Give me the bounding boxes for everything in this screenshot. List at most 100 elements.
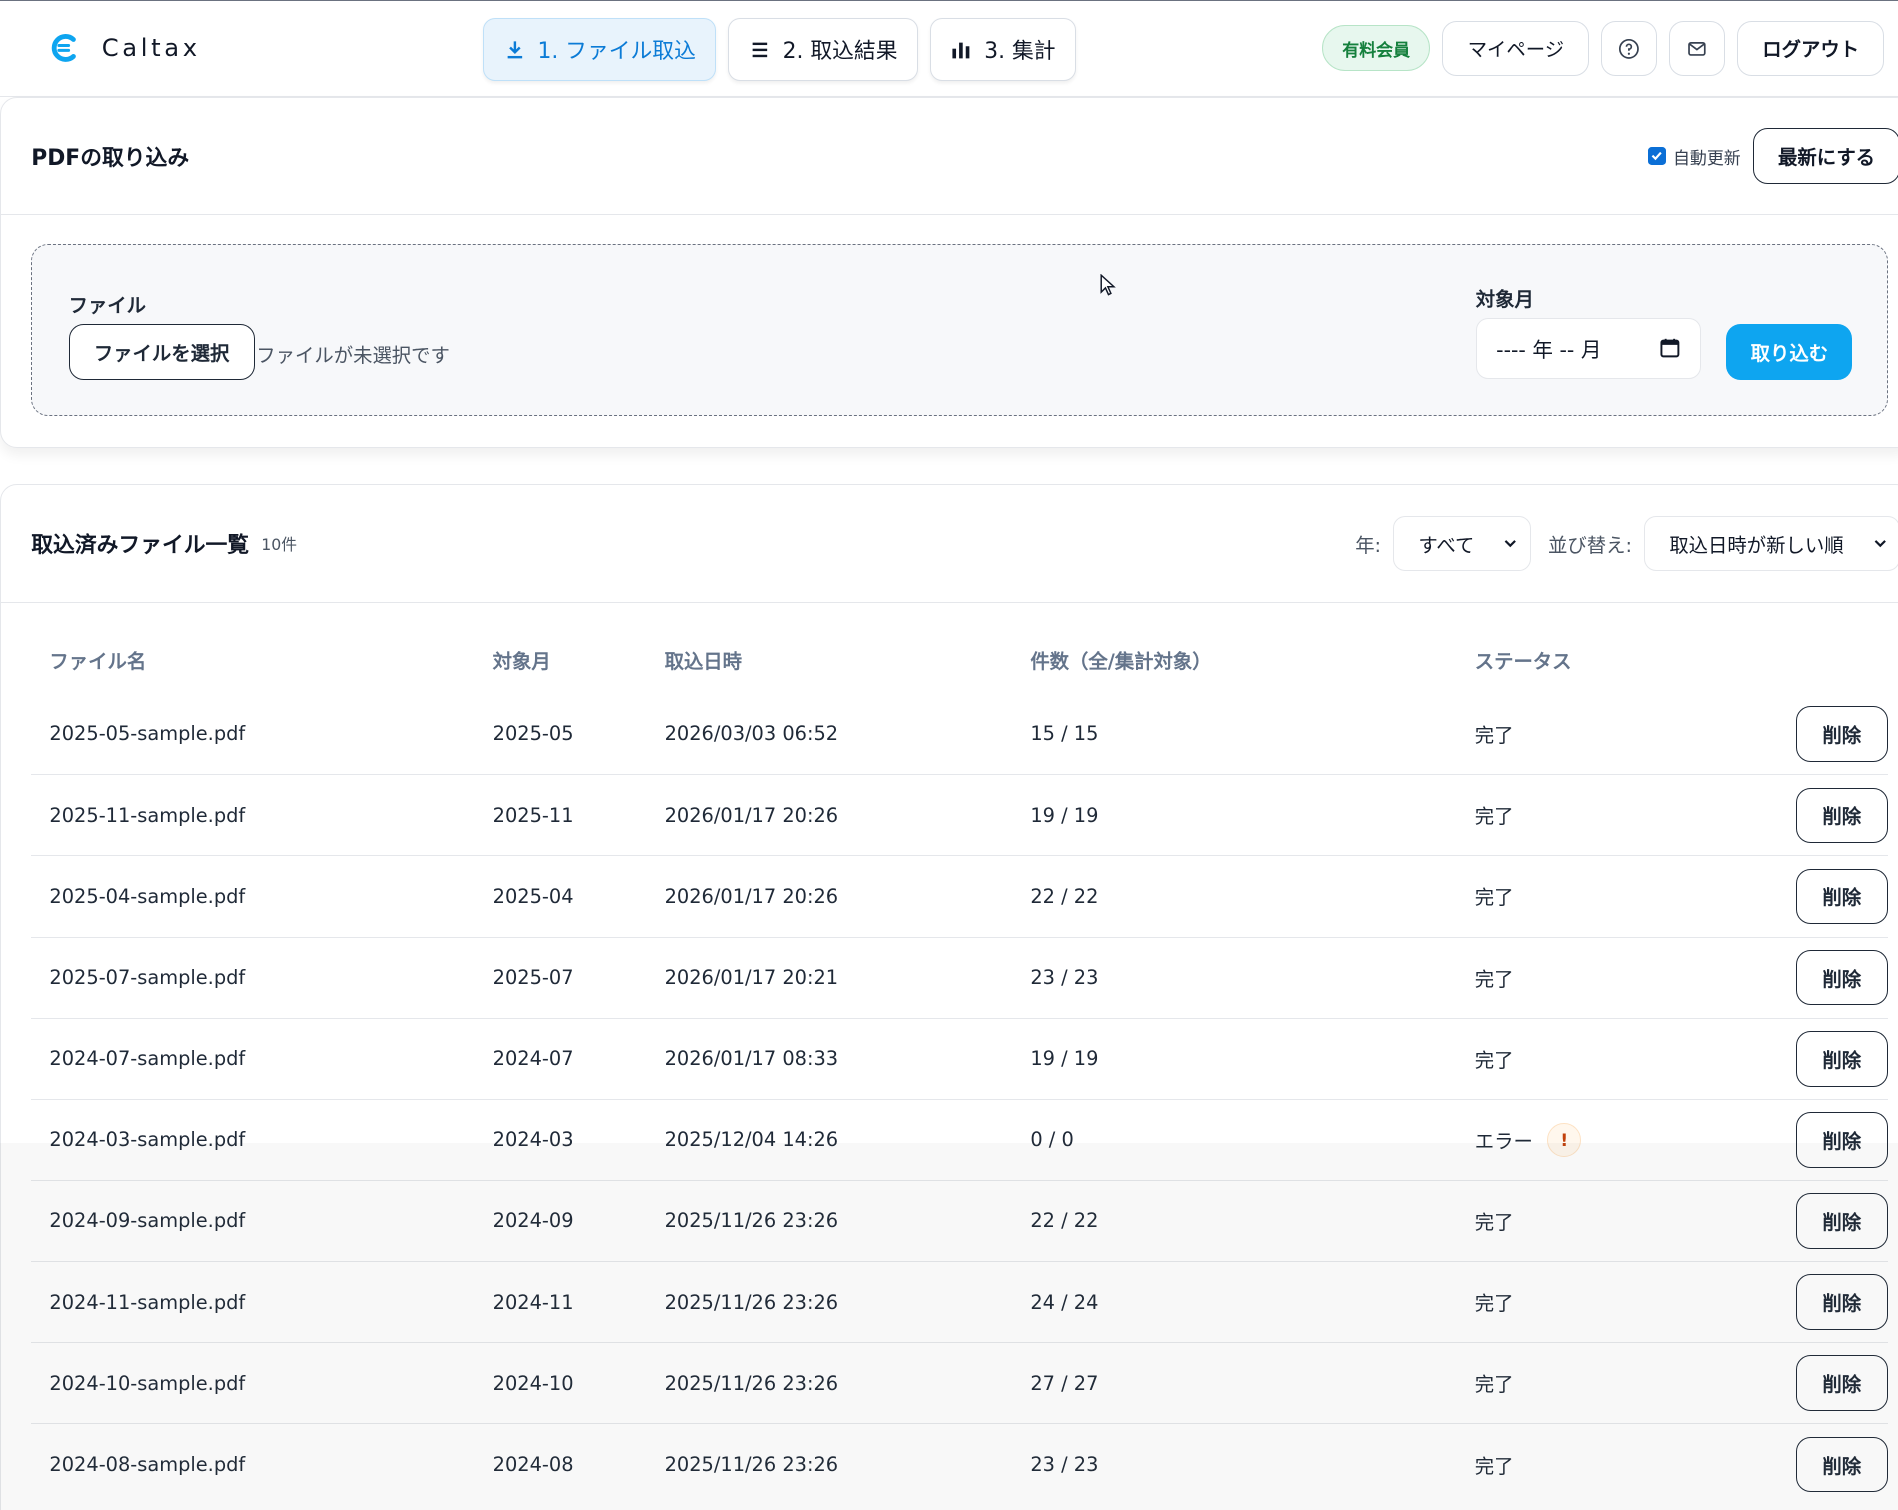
mail-icon [1688,41,1706,56]
cell-actions: 削除 [1698,936,1888,1019]
cell-month: 2024-07 [474,1017,647,1100]
mypage-button[interactable]: マイページ [1442,20,1590,77]
delete-button[interactable]: 削除 [1795,949,1888,1006]
tab-summary[interactable]: 3. 集計 [929,17,1076,81]
help-icon [1619,38,1640,59]
delete-button[interactable]: 削除 [1795,1355,1888,1412]
tab-file-import[interactable]: 1. ファイル取込 [483,17,717,81]
cell-status: 完了 [1456,1179,1699,1262]
cell-status: 完了 [1456,774,1699,856]
cell-filename: 2024-10-sample.pdf [31,1342,475,1424]
cell-actions: 削除 [1698,1098,1888,1181]
cell-filename: 2024-09-sample.pdf [31,1179,475,1262]
delete-button[interactable]: 削除 [1795,787,1888,844]
cell-date: 2026/01/17 20:26 [646,855,1013,938]
list-card-header: 取込済みファイル一覧 10件 年: すべて 並び替え: 取込日時が新しい順 [1,485,1898,603]
column-header-filename[interactable]: ファイル名 [31,626,474,694]
month-placeholder: ---- 年 -- 月 [1496,338,1602,363]
cell-filename: 2025-04-sample.pdf [31,855,475,938]
delete-button[interactable]: 削除 [1795,1274,1888,1330]
cell-month: 2025-04 [474,855,647,938]
cell-status: 完了 [1456,1423,1699,1505]
chevron-down-icon [1505,540,1517,548]
target-month-input[interactable]: ---- 年 -- 月 [1475,318,1701,379]
file-dropzone[interactable]: ファイル ファイルを選択 ファイルが未選択です 対象月 ---- 年 -- 月 … [31,244,1888,417]
cell-count: 19 / 19 [1012,774,1457,856]
choose-file-button[interactable]: ファイルを選択 [68,324,255,380]
sort-label: 並び替え: [1548,533,1632,557]
calendar-icon[interactable] [1659,337,1681,359]
table-row: 2024-07-sample.pdf 2024-07 2026/01/17 08… [31,1017,1888,1100]
delete-button[interactable]: 削除 [1795,1030,1888,1087]
cell-actions: 削除 [1698,1423,1888,1505]
column-header-month[interactable]: 対象月 [474,626,646,694]
file-status-text: ファイルが未選択です [256,343,450,367]
cell-actions: 削除 [1698,1342,1888,1424]
column-header-status[interactable]: ステータス [1457,626,1699,694]
cell-count: 27 / 27 [1012,1342,1457,1424]
cell-month: 2025-11 [474,774,647,856]
delete-button[interactable]: 削除 [1795,1436,1888,1493]
cell-date: 2026/03/03 06:52 [664,722,839,746]
brand[interactable]: Caltax [48,31,484,65]
table-row: 2024-09-sample.pdf 2024-09 2025/11/26 23… [31,1179,1888,1262]
list-icon [749,39,771,61]
logout-button[interactable]: ログアウト [1737,20,1885,77]
cell-filename: 2025-05-sample.pdf [49,722,246,746]
table-row: 2024-08-sample.pdf 2024-08 2025/11/26 23… [31,1423,1888,1505]
delete-button[interactable]: 削除 [1795,1193,1888,1249]
mail-button[interactable] [1669,20,1725,77]
imported-files-card: 取込済みファイル一覧 10件 年: すべて 並び替え: 取込日時が新しい順 ファ… [0,484,1898,1510]
delete-button[interactable]: 削除 [1795,706,1888,762]
cell-status: 完了 [1474,723,1514,747]
cell-status: 完了 [1456,855,1699,938]
sort-select-value: 取込日時が新しい順 [1669,533,1844,557]
help-button[interactable] [1601,20,1658,77]
files-table-body: 2025-05-sample.pdf 2025-05 2026/03/03 06… [31,694,1888,1505]
header-actions: 有料会員 マイページ ログアウト [1321,20,1885,77]
cell-date: 2026/01/17 20:26 [646,774,1013,856]
cell-count: 0 / 0 [1012,1098,1457,1181]
cell-date: 2025/11/26 23:26 [646,1423,1013,1505]
pdf-import-card: PDFの取り込み 自動更新 最新にする ファイル ファイルを選択 ファイルが未選… [0,96,1898,449]
error-info-icon[interactable]: ! [1547,1122,1582,1157]
status-error-label: エラー [1474,1129,1533,1153]
cell-date: 2025/11/26 23:26 [646,1179,1013,1262]
column-header-date[interactable]: 取込日時 [646,626,1012,694]
sort-select[interactable]: 取込日時が新しい順 [1644,515,1898,572]
year-select[interactable]: すべて [1393,515,1532,572]
column-header-count[interactable]: 件数（全/集計対象） [1012,626,1456,694]
delete-button[interactable]: 削除 [1795,1112,1888,1168]
cell-filename: 2025-07-sample.pdf [31,936,475,1019]
tab-import-results[interactable]: 2. 取込結果 [728,17,918,81]
import-button[interactable]: 取り込む [1726,324,1853,380]
checkbox-checked-icon[interactable] [1647,147,1666,166]
step-tabs: 1. ファイル取込 2. 取込結果 3. 集計 [483,17,1076,81]
auto-refresh-label: 自動更新 [1672,147,1741,168]
refresh-button[interactable]: 最新にする [1752,128,1898,184]
target-month-label: 対象月 [1475,288,1534,312]
delete-button[interactable]: 削除 [1795,868,1888,925]
cell-count: 24 / 24 [1012,1261,1457,1343]
cell-actions: 削除 [1699,694,1888,775]
table-row: 2025-11-sample.pdf 2025-11 2026/01/17 20… [31,774,1888,856]
cell-filename: 2024-03-sample.pdf [31,1098,475,1181]
column-header-actions [1699,626,1888,694]
caltax-logo-icon [52,34,77,63]
cell-date: 2025/12/04 14:26 [646,1098,1013,1181]
cell-count: 22 / 22 [1012,855,1457,938]
table-row: 2025-07-sample.pdf 2025-07 2026/01/17 20… [31,936,1888,1019]
cell-date: 2025/11/26 23:26 [646,1342,1013,1424]
table-row: 2024-03-sample.pdf 2024-03 2025/12/04 14… [31,1098,1888,1181]
cell-month: 2024-09 [474,1179,647,1262]
cell-month: 2025-05 [492,722,574,746]
files-table: ファイル名 対象月 取込日時 件数（全/集計対象） ステータス 2025-05-… [31,626,1888,1505]
cell-status: 完了 [1456,1342,1699,1424]
cell-count: 22 / 22 [1012,1179,1457,1262]
tab-label: 2. 取込結果 [782,38,898,64]
auto-refresh-toggle[interactable]: 自動更新 [1647,144,1741,169]
table-header-row: ファイル名 対象月 取込日時 件数（全/集計対象） ステータス [31,626,1887,694]
status-error: エラー ! [1474,1122,1582,1157]
list-title: 取込済みファイル一覧 [31,533,250,559]
cell-status: 完了 [1456,1261,1699,1343]
